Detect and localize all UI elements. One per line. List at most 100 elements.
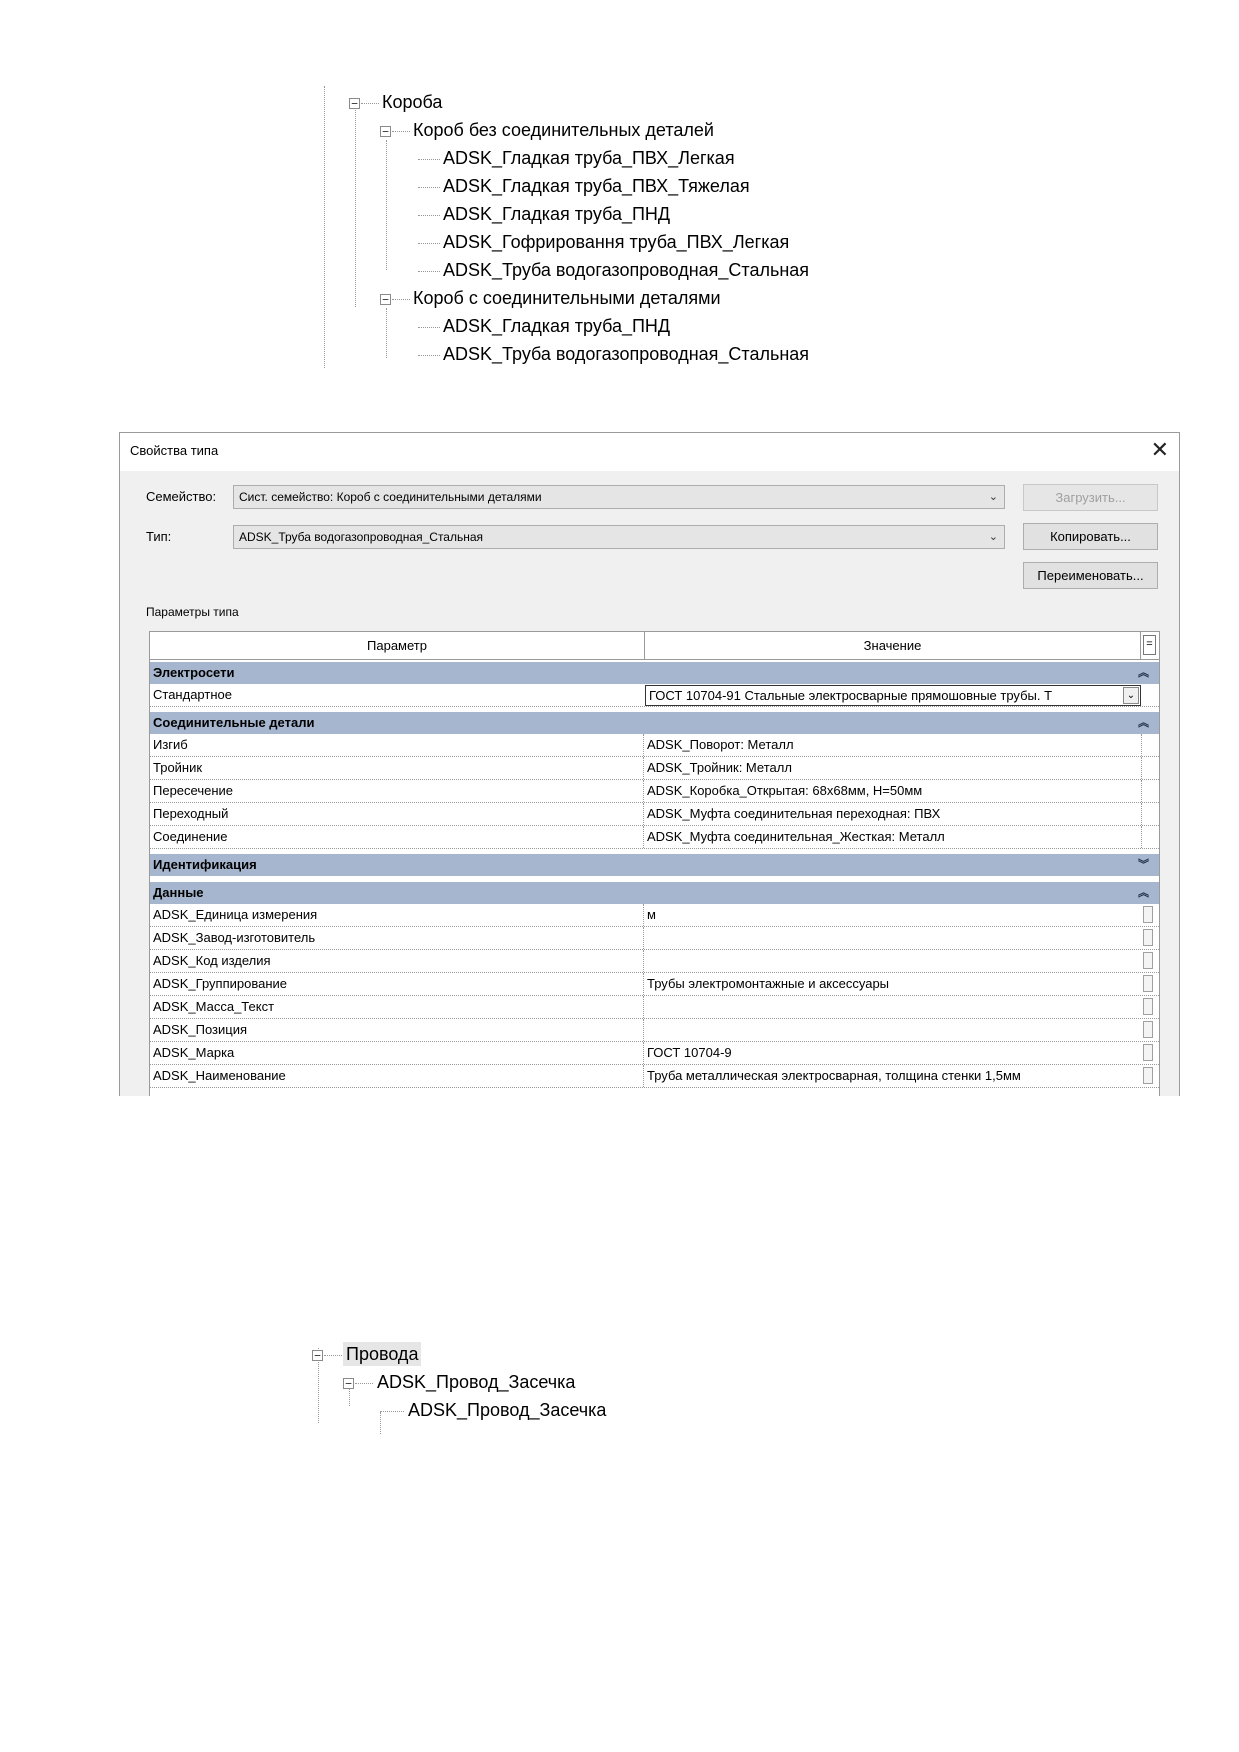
tree-guide [380, 1412, 381, 1434]
table-row[interactable]: ADSK_Марка ГОСТ 10704-9 [150, 1042, 1159, 1065]
tree-leaf[interactable]: ADSK_Труба водогазопроводная_Стальная [443, 258, 809, 282]
tree-leaf[interactable]: ADSK_Гладкая труба_ПВХ_Тяжелая [443, 174, 750, 198]
instance-checkbox[interactable] [1143, 998, 1153, 1015]
param-name: Пересечение [153, 783, 234, 798]
param-name: Изгиб [153, 737, 188, 752]
collapse-up-icon[interactable]: ︽ [1138, 712, 1149, 734]
table-row[interactable]: ADSK_Завод-изготовитель [150, 927, 1159, 950]
standard-select[interactable]: ГОСТ 10704-91 Стальные электросварные пр… [645, 685, 1141, 706]
tree-node-group2[interactable]: Короб с соединительными деталями [413, 286, 721, 310]
collapse-up-icon[interactable]: ︽ [1138, 662, 1149, 684]
tree-connector [418, 243, 440, 244]
param-value[interactable]: ADSK_Муфта соединительная переходная: ПВ… [647, 803, 1142, 825]
instance-checkbox[interactable] [1143, 1067, 1153, 1084]
family-select[interactable]: Сист. семейство: Короб с соединительными… [233, 485, 1005, 509]
tree-guide [324, 86, 325, 368]
collapse-toggle-icon[interactable]: − [380, 294, 391, 305]
tree-connector [418, 187, 440, 188]
type-parameters-grid: Параметр Значение = Электросети ︽ Станда… [149, 631, 1160, 1096]
group-label: Данные [153, 885, 204, 900]
group-data[interactable]: Данные ︽ [150, 882, 1159, 904]
expand-down-icon[interactable]: ︾ [1138, 854, 1149, 876]
cell-separator [1141, 734, 1142, 756]
tree-leaf[interactable]: ADSK_Труба водогазопроводная_Стальная [443, 342, 809, 366]
group-label: Электросети [153, 665, 235, 680]
param-value: ГОСТ 10704-91 Стальные электросварные пр… [649, 688, 1053, 703]
table-row[interactable]: ADSK_Код изделия [150, 950, 1159, 973]
type-label: Тип: [146, 529, 172, 544]
tree-connector [418, 271, 440, 272]
rename-button[interactable]: Переименовать... [1023, 562, 1158, 589]
table-row[interactable]: ADSK_Масса_Текст [150, 996, 1159, 1019]
instance-checkbox[interactable] [1143, 929, 1153, 946]
tree-node-korob[interactable]: Короба [382, 90, 442, 114]
cell-separator [643, 973, 644, 995]
tree-connector [380, 1411, 404, 1412]
param-value[interactable]: ADSK_Муфта соединительная_Жесткая: Метал… [647, 826, 1142, 848]
group-label: Соединительные детали [153, 715, 315, 730]
param-name: Тройник [153, 760, 203, 775]
instance-checkbox[interactable] [1143, 952, 1153, 969]
param-value[interactable]: ADSK_Коробка_Открытая: 68х68мм, Н=50мм [647, 780, 1142, 802]
collapse-toggle-icon[interactable]: − [380, 126, 391, 137]
cell-separator [1141, 803, 1142, 825]
table-row[interactable]: ADSK_Позиция [150, 1019, 1159, 1042]
load-button[interactable]: Загрузить... [1023, 484, 1158, 511]
tree-node-provoda[interactable]: Провода [343, 1342, 422, 1366]
formula-column-button[interactable]: = [1143, 635, 1156, 655]
collapse-toggle-icon[interactable]: − [349, 98, 360, 109]
param-value[interactable]: ГОСТ 10704-9 [647, 1042, 1142, 1064]
param-name: ADSK_Завод-изготовитель [153, 930, 316, 945]
table-row[interactable]: Изгиб ADSK_Поворот: Металл [150, 734, 1159, 757]
type-select[interactable]: ADSK_Труба водогазопроводная_Стальная ⌄ [233, 525, 1005, 549]
chevron-down-icon[interactable]: ⌄ [1123, 687, 1139, 704]
type-value: ADSK_Труба водогазопроводная_Стальная [239, 530, 484, 544]
table-row[interactable]: ADSK_Группирование Трубы электромонтажны… [150, 973, 1159, 996]
collapse-toggle-icon[interactable]: − [312, 1350, 323, 1361]
copy-button[interactable]: Копировать... [1023, 523, 1158, 550]
tree-leaf[interactable]: ADSK_Гладкая труба_ПНД [443, 314, 670, 338]
instance-checkbox[interactable] [1143, 975, 1153, 992]
group-fittings[interactable]: Соединительные детали ︽ [150, 712, 1159, 734]
param-name: ADSK_Группирование [153, 976, 287, 991]
dialog-title: Свойства типа [130, 443, 219, 458]
instance-checkbox[interactable] [1143, 1021, 1153, 1038]
instance-checkbox[interactable] [1143, 906, 1153, 923]
tree-connector [418, 327, 440, 328]
table-row[interactable]: Стандартное ГОСТ 10704-91 Стальные элект… [150, 684, 1159, 707]
table-row[interactable]: ADSK_Единица измерения м [150, 904, 1159, 927]
table-row[interactable]: Переходный ADSK_Муфта соединительная пер… [150, 803, 1159, 826]
family-value: Сист. семейство: Короб с соединительными… [239, 490, 542, 504]
param-value[interactable]: Труба металлическая электросварная, толщ… [647, 1065, 1142, 1087]
param-value[interactable]: м [647, 904, 1142, 926]
tree-node-provod-group[interactable]: ADSK_Провод_Засечка [377, 1370, 575, 1394]
table-row[interactable]: Соединение ADSK_Муфта соединительная_Жес… [150, 826, 1159, 849]
instance-checkbox[interactable] [1143, 1044, 1153, 1061]
grid-header: Параметр Значение = [150, 632, 1159, 660]
tree-connector [418, 355, 440, 356]
cell-separator [1141, 757, 1142, 779]
tree-leaf[interactable]: ADSK_Гладкая труба_ПНД [443, 202, 670, 226]
cell-separator [643, 826, 644, 848]
tree-leaf[interactable]: ADSK_Гофрировання труба_ПВХ_Легкая [443, 230, 789, 254]
collapse-up-icon[interactable]: ︽ [1138, 882, 1149, 904]
table-row[interactable]: Тройник ADSK_Тройник: Металл [150, 757, 1159, 780]
param-name: ADSK_Позиция [153, 1022, 248, 1037]
table-row[interactable]: ADSK_Наименование Труба металлическая эл… [150, 1065, 1159, 1088]
param-value[interactable]: ADSK_Тройник: Металл [647, 757, 1142, 779]
tree-leaf[interactable]: ADSK_Гладкая труба_ПВХ_Легкая [443, 146, 735, 170]
group-identification[interactable]: Идентификация ︾ [150, 854, 1159, 876]
group-electro[interactable]: Электросети ︽ [150, 662, 1159, 684]
tree-node-group1[interactable]: Короб без соединительных деталей [413, 118, 714, 142]
param-value[interactable]: ADSK_Поворот: Металл [647, 734, 1142, 756]
column-header-parameter[interactable]: Параметр [150, 632, 644, 659]
param-value[interactable]: Трубы электромонтажные и аксессуары [647, 973, 1142, 995]
family-label: Семейство: [146, 489, 217, 504]
collapse-toggle-icon[interactable]: − [343, 1378, 354, 1389]
close-icon[interactable]: ✕ [1151, 437, 1169, 463]
column-header-value[interactable]: Значение [645, 632, 1140, 659]
tree-leaf[interactable]: ADSK_Провод_Засечка [408, 1398, 606, 1422]
table-row[interactable]: Пересечение ADSK_Коробка_Открытая: 68х68… [150, 780, 1159, 803]
cell-separator [643, 803, 644, 825]
cell-separator [643, 904, 644, 926]
